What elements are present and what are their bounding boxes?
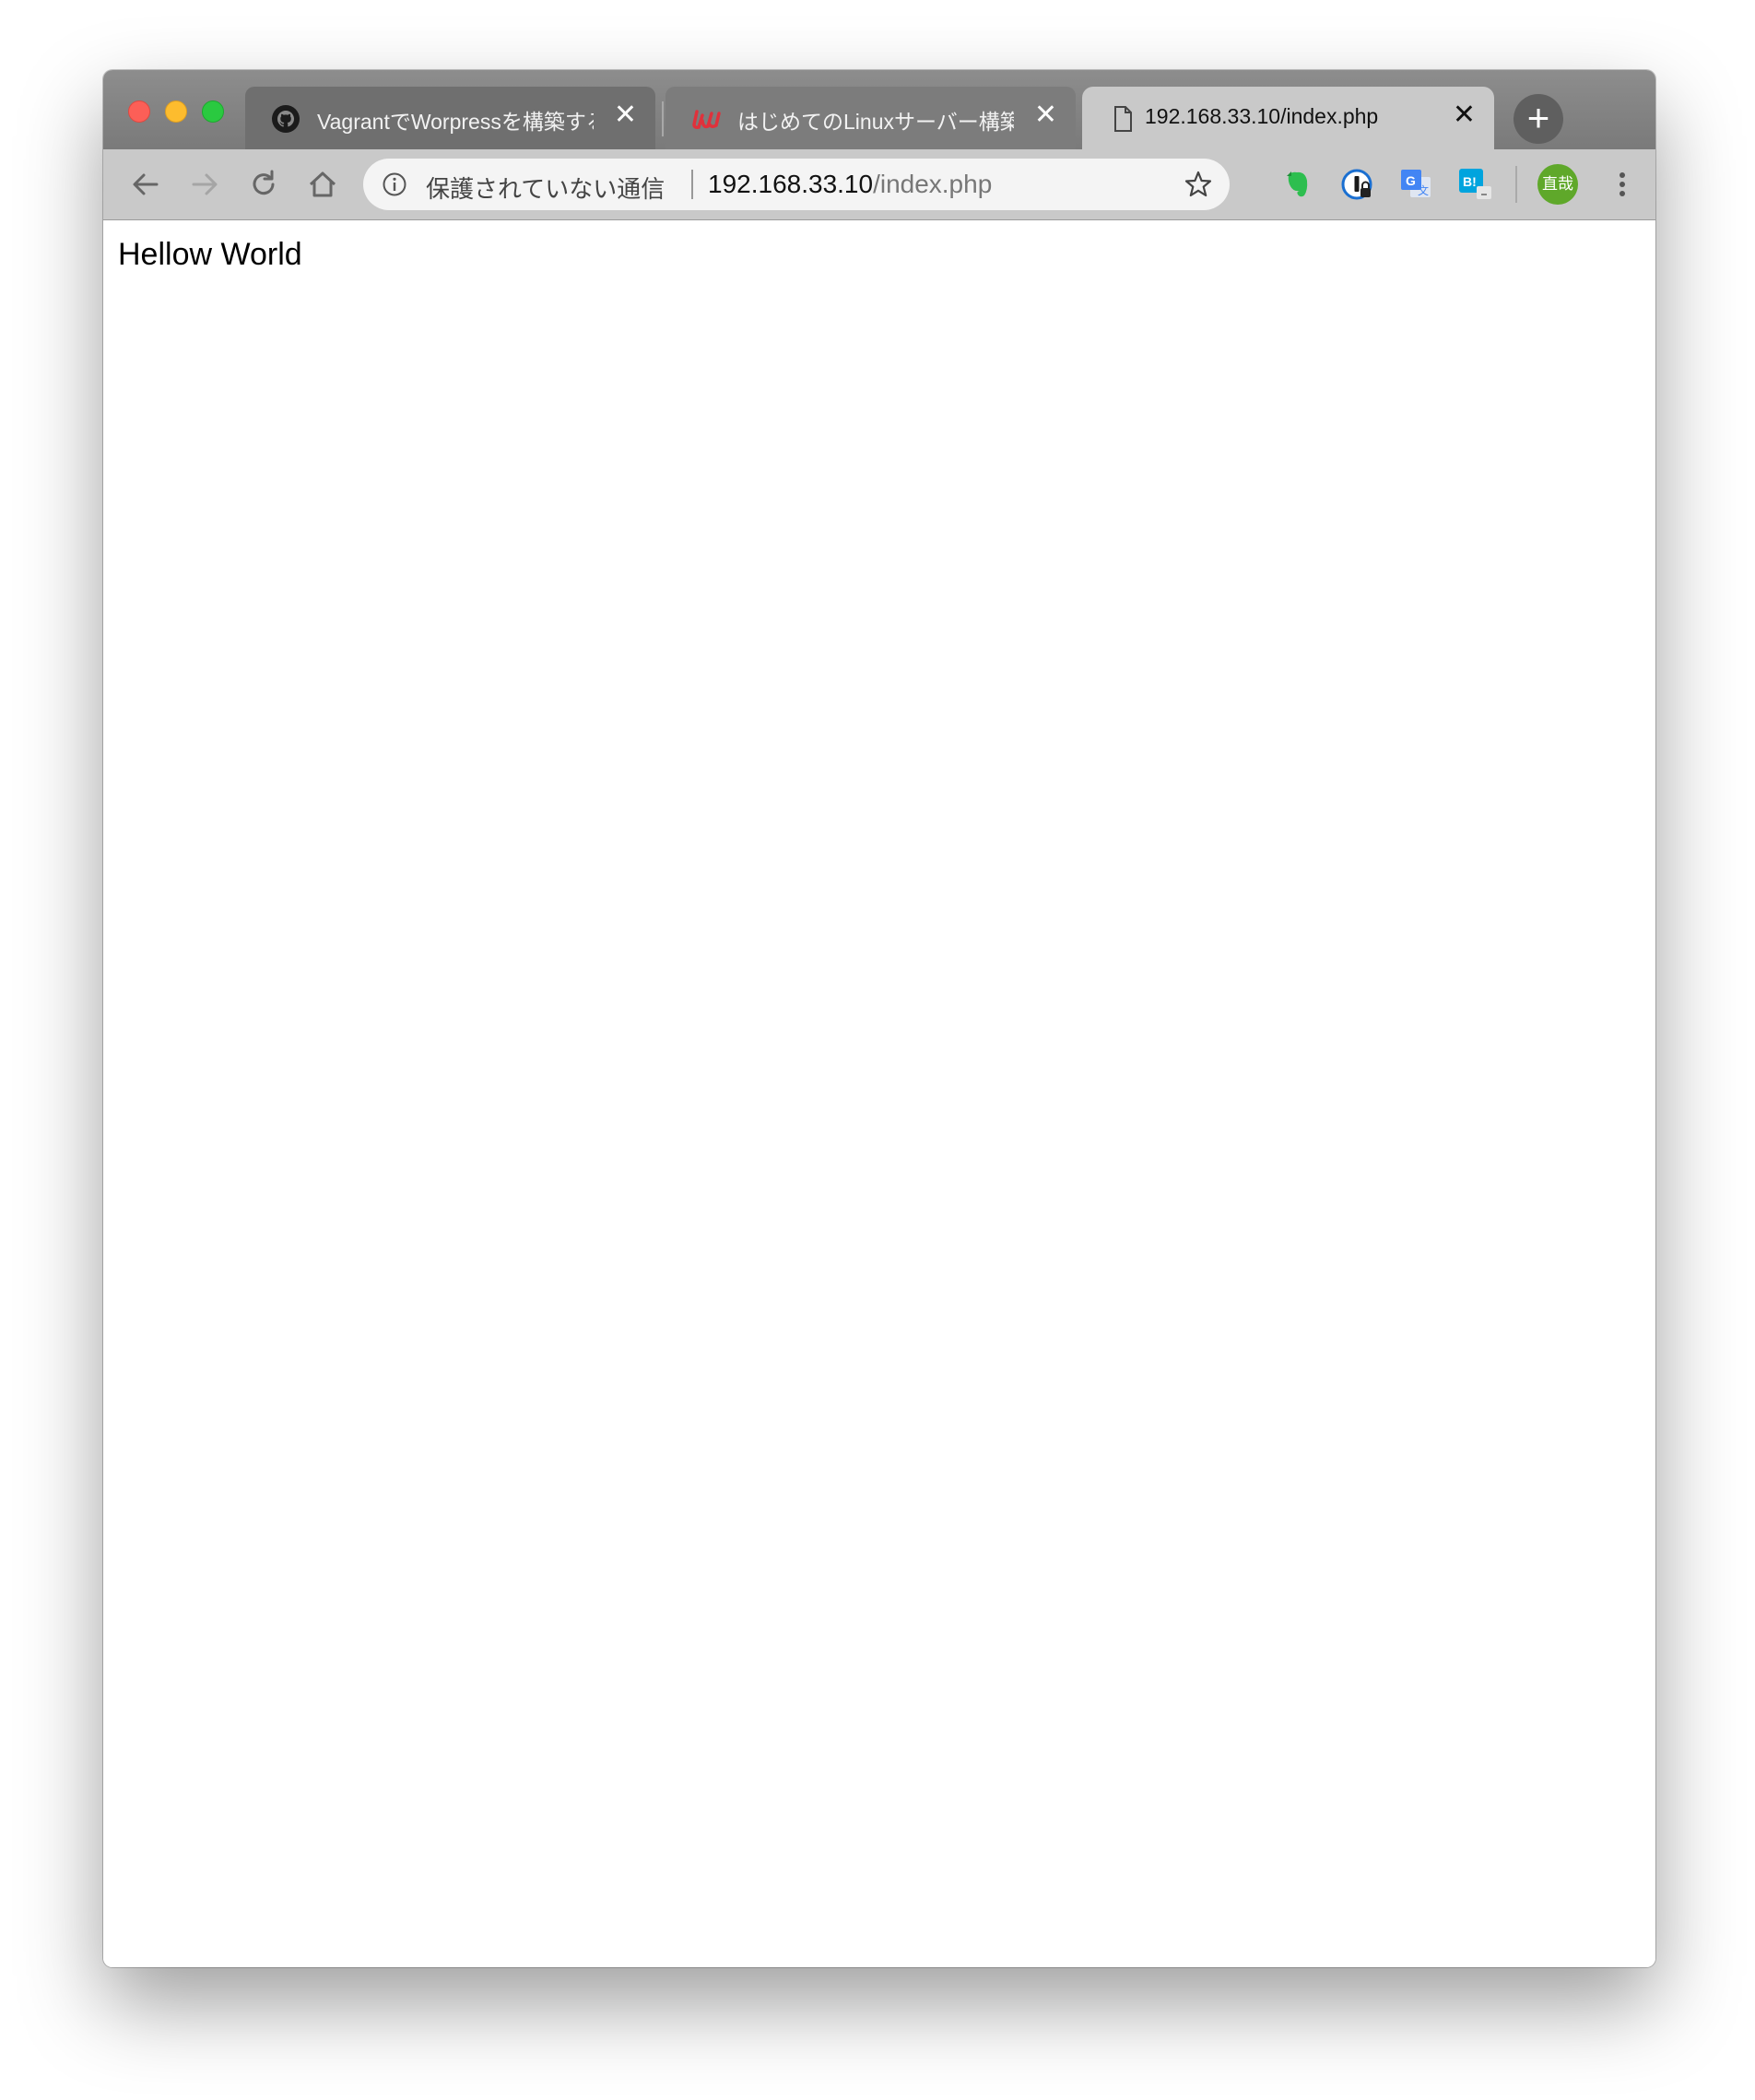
divider <box>691 170 693 199</box>
forward-arrow-icon[interactable] <box>186 166 223 203</box>
browser-window: VagrantでWorpressを構築する ✕ はじめてのLinuxサーバー構築… <box>103 70 1655 1967</box>
document-icon <box>1114 106 1132 132</box>
tab-github[interactable]: VagrantでWorpressを構築する ✕ <box>245 87 655 149</box>
svg-text:B!: B! <box>1463 174 1477 189</box>
tab-strip: VagrantでWorpressを構築する ✕ はじめてのLinuxサーバー構築… <box>103 70 1655 149</box>
svg-text:文: 文 <box>1418 183 1429 197</box>
home-icon[interactable] <box>304 166 341 203</box>
more-menu-icon[interactable] <box>1611 166 1633 203</box>
url-text[interactable]: 192.168.33.10/index.php <box>708 170 992 199</box>
close-window-button[interactable] <box>128 100 150 123</box>
svg-text:G: G <box>1406 173 1416 188</box>
url-path: /index.php <box>873 170 993 198</box>
google-translate-icon[interactable]: G 文 <box>1397 166 1434 203</box>
tab-title: はじめてのLinuxサーバー構築運用 <box>737 110 1014 134</box>
close-tab-icon[interactable]: ✕ <box>1034 99 1057 131</box>
address-bar[interactable]: 保護されていない通信 192.168.33.10/index.php <box>363 159 1230 210</box>
url-host: 192.168.33.10 <box>708 170 874 198</box>
tab-separator <box>662 101 664 136</box>
evernote-icon[interactable] <box>1279 166 1316 203</box>
zoom-window-button[interactable] <box>202 100 224 123</box>
reload-icon[interactable] <box>245 166 282 203</box>
tab-active[interactable]: 192.168.33.10/index.php ✕ <box>1082 87 1494 149</box>
1password-icon[interactable] <box>1338 166 1375 203</box>
close-tab-icon[interactable]: ✕ <box>614 99 637 131</box>
toolbar-separator <box>1515 166 1517 203</box>
page-content: Hellow World <box>103 220 1655 1967</box>
bookmark-star-icon[interactable] <box>1184 170 1213 199</box>
back-arrow-icon[interactable] <box>127 166 164 203</box>
info-icon[interactable] <box>382 171 407 197</box>
hatena-bookmark-icon[interactable]: B! <box>1456 166 1493 203</box>
page-body-text: Hellow World <box>118 237 302 272</box>
close-tab-icon[interactable]: ✕ <box>1453 99 1476 131</box>
minimize-window-button[interactable] <box>165 100 187 123</box>
profile-avatar[interactable]: 直哉 <box>1537 164 1578 205</box>
tab-title: 192.168.33.10/index.php <box>1145 104 1379 128</box>
tab-udemy[interactable]: はじめてのLinuxサーバー構築運用 ✕ <box>665 87 1076 149</box>
new-tab-button[interactable]: + <box>1514 94 1563 144</box>
github-icon <box>272 105 300 133</box>
security-status[interactable]: 保護されていない通信 <box>426 171 665 205</box>
tab-title: VagrantでWorpressを構築する <box>317 110 594 134</box>
udemy-icon <box>692 110 721 129</box>
toolbar: 保護されていない通信 192.168.33.10/index.php G 文 B… <box>103 149 1655 220</box>
